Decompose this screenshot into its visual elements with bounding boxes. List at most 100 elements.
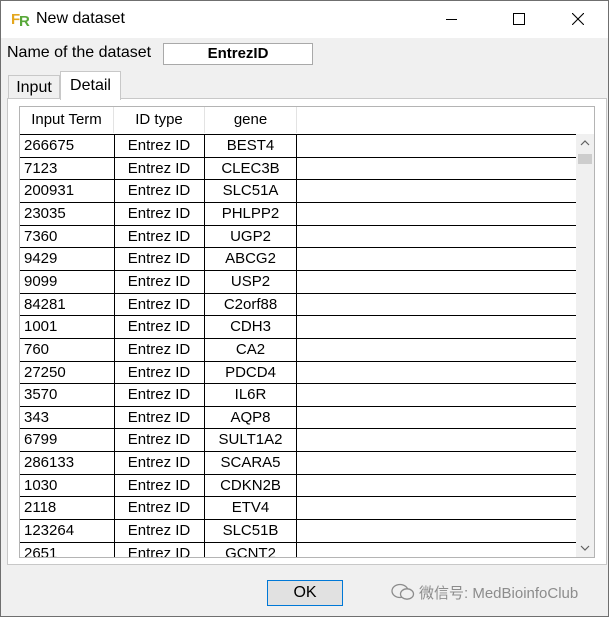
cell-gene: GCNT2 <box>205 542 297 557</box>
cell-input-term: 1001 <box>20 316 115 339</box>
table-row[interactable]: 343 Entrez ID AQP8 <box>20 405 576 429</box>
cell-gene: SULT1A2 <box>205 429 297 452</box>
tab-input[interactable]: Input <box>8 75 60 100</box>
dataset-name-field[interactable]: EntrezID <box>163 43 313 65</box>
table-row[interactable]: 2118 Entrez ID ETV4 <box>20 496 576 520</box>
watermark-text: 微信号: MedBioinfoClub <box>419 585 579 602</box>
tab-detail[interactable]: Detail <box>60 71 121 100</box>
cell-input-term: 2118 <box>20 497 115 520</box>
cell-id-type: Entrez ID <box>114 180 205 203</box>
detail-panel: Input Term ID type gene 266675 Entrez ID B… <box>7 98 607 565</box>
cell-gene: USP2 <box>205 270 297 293</box>
cell-id-type: Entrez ID <box>114 497 205 520</box>
cell-id-type: Entrez ID <box>114 429 205 452</box>
svg-text:R: R <box>19 13 30 28</box>
minimize-icon <box>446 19 457 20</box>
cell-input-term: 343 <box>20 406 115 429</box>
cell-id-type: Entrez ID <box>114 542 205 557</box>
cell-gene: UGP2 <box>205 225 297 248</box>
cell-input-term: 23035 <box>20 202 115 225</box>
cell-input-term: 84281 <box>20 293 115 316</box>
dataset-name-label: Name of the dataset <box>7 44 152 61</box>
cell-id-type: Entrez ID <box>114 225 205 248</box>
chevron-down-icon <box>580 545 590 551</box>
table-row[interactable]: 266675 Entrez ID BEST4 <box>20 134 576 157</box>
cell-input-term: 9429 <box>20 248 115 271</box>
table-row[interactable]: 7123 Entrez ID CLEC3B <box>20 156 576 180</box>
cell-id-type: Entrez ID <box>114 270 205 293</box>
cell-id-type: Entrez ID <box>114 406 205 429</box>
cell-gene: CLEC3B <box>205 157 297 180</box>
cell-input-term: 6799 <box>20 429 115 452</box>
window-title: New dataset <box>36 10 125 27</box>
cell-input-term: 286133 <box>20 452 115 475</box>
cell-id-type: Entrez ID <box>114 384 205 407</box>
table-row[interactable]: 1030 Entrez ID CDKN2B <box>20 473 576 497</box>
table-header: Input Term ID type gene <box>20 107 594 133</box>
maximize-button[interactable] <box>496 1 542 38</box>
cell-gene: SLC51A <box>205 180 297 203</box>
column-header-input-term[interactable]: Input Term <box>20 107 114 133</box>
table-row[interactable]: 9429 Entrez ID ABCG2 <box>20 247 576 271</box>
table-row[interactable]: 9099 Entrez ID USP2 <box>20 269 576 293</box>
cell-gene: ABCG2 <box>205 248 297 271</box>
table-row[interactable]: 200931 Entrez ID SLC51A <box>20 179 576 203</box>
cell-input-term: 3570 <box>20 384 115 407</box>
table-row[interactable]: 7360 Entrez ID UGP2 <box>20 224 576 248</box>
cell-gene: CDH3 <box>205 316 297 339</box>
title-bar[interactable]: F R New dataset <box>1 1 608 38</box>
column-header-gene[interactable]: gene <box>205 107 297 133</box>
maximize-icon <box>513 13 525 25</box>
scroll-thumb[interactable] <box>578 154 592 164</box>
table-row[interactable]: 2651 Entrez ID GCNT2 <box>20 541 576 557</box>
table-row[interactable]: 286133 Entrez ID SCARA5 <box>20 451 576 475</box>
vertical-scrollbar[interactable] <box>576 134 594 557</box>
cell-gene: PDCD4 <box>205 361 297 384</box>
cell-id-type: Entrez ID <box>114 157 205 180</box>
cell-gene: BEST4 <box>205 135 297 157</box>
table-row[interactable]: 123264 Entrez ID SLC51B <box>20 519 576 543</box>
table-body: 266675 Entrez ID BEST4 7123 Entrez ID CLEC3B 2… <box>20 134 576 557</box>
table-row[interactable]: 1001 Entrez ID CDH3 <box>20 315 576 339</box>
ok-button[interactable]: OK <box>267 580 343 606</box>
new-dataset-window: F R New dataset Name of the dataset Entr… <box>0 0 609 617</box>
cell-input-term: 760 <box>20 338 115 361</box>
table-row[interactable]: 23035 Entrez ID PHLPP2 <box>20 201 576 225</box>
cell-input-term: 7123 <box>20 157 115 180</box>
table-row[interactable]: 3570 Entrez ID IL6R <box>20 383 576 407</box>
cell-id-type: Entrez ID <box>114 316 205 339</box>
cell-gene: SCARA5 <box>205 452 297 475</box>
scroll-down-button[interactable] <box>576 539 594 557</box>
column-header-id-type[interactable]: ID type <box>114 107 205 133</box>
cell-gene: CA2 <box>205 338 297 361</box>
cell-gene: AQP8 <box>205 406 297 429</box>
table-row[interactable]: 84281 Entrez ID C2orf88 <box>20 292 576 316</box>
wechat-icon <box>391 583 415 600</box>
cell-id-type: Entrez ID <box>114 293 205 316</box>
cell-id-type: Entrez ID <box>114 452 205 475</box>
cell-input-term: 7360 <box>20 225 115 248</box>
minimize-button[interactable] <box>429 1 475 38</box>
cell-id-type: Entrez ID <box>114 520 205 543</box>
cell-input-term: 1030 <box>20 474 115 497</box>
results-table: Input Term ID type gene 266675 Entrez ID B… <box>19 106 595 558</box>
cell-input-term: 123264 <box>20 520 115 543</box>
close-icon <box>572 13 584 25</box>
cell-id-type: Entrez ID <box>114 338 205 361</box>
close-button[interactable] <box>555 1 601 38</box>
cell-id-type: Entrez ID <box>114 135 205 157</box>
scroll-up-button[interactable] <box>576 134 594 152</box>
cell-gene: SLC51B <box>205 520 297 543</box>
cell-id-type: Entrez ID <box>114 202 205 225</box>
table-row[interactable]: 6799 Entrez ID SULT1A2 <box>20 428 576 452</box>
cell-input-term: 27250 <box>20 361 115 384</box>
table-row[interactable]: 27250 Entrez ID PDCD4 <box>20 360 576 384</box>
cell-input-term: 2651 <box>20 542 115 557</box>
app-icon: F R <box>11 10 31 30</box>
table-row[interactable]: 760 Entrez ID CA2 <box>20 337 576 361</box>
cell-id-type: Entrez ID <box>114 248 205 271</box>
cell-gene: ETV4 <box>205 497 297 520</box>
cell-input-term: 266675 <box>20 135 115 157</box>
chevron-up-icon <box>580 140 590 146</box>
cell-input-term: 9099 <box>20 270 115 293</box>
